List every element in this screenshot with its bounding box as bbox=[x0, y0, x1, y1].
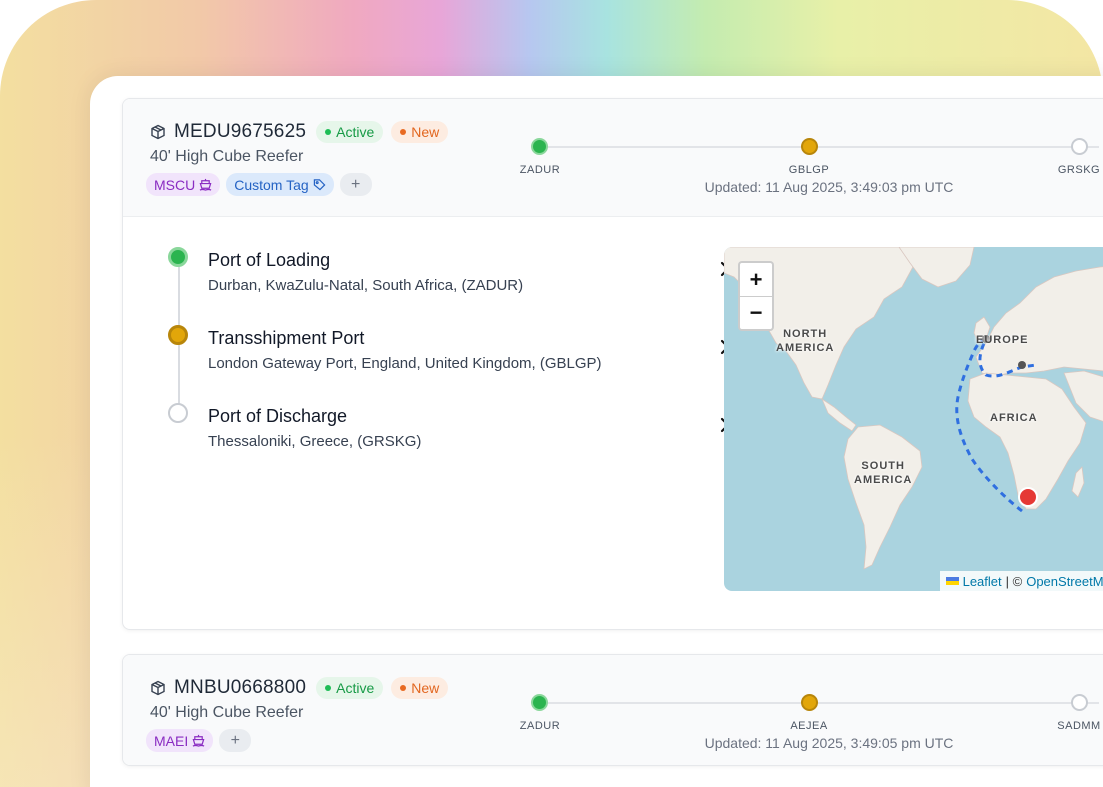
status-dot bbox=[400, 685, 407, 691]
status-label: Active bbox=[336, 124, 375, 140]
carrier-tag[interactable]: MAEI bbox=[146, 729, 214, 752]
stop-dot-discharge bbox=[168, 403, 188, 423]
route-line bbox=[539, 146, 1099, 148]
route-label-origin: ZADUR bbox=[519, 720, 561, 732]
status-label: Active bbox=[336, 680, 375, 696]
shipment-card-header[interactable]: MNBU0668800 Active New 40' High Cube Ree… bbox=[123, 655, 1103, 765]
tag-list: MAEI + bbox=[146, 729, 252, 752]
route-node-transshipment bbox=[801, 138, 818, 155]
stop-port-of-discharge[interactable]: Port of Discharge Thessaloniki, Greece, … bbox=[168, 403, 730, 463]
stop-title: Port of Discharge bbox=[208, 406, 348, 426]
add-tag-button[interactable]: + bbox=[339, 173, 372, 196]
current-location-marker[interactable] bbox=[1018, 487, 1038, 507]
route-label-origin: ZADUR bbox=[519, 164, 561, 176]
status-badge-new: New bbox=[391, 121, 449, 143]
route-label-transshipment: AEJEA bbox=[790, 720, 828, 732]
zoom-control: + − bbox=[738, 261, 774, 331]
status-dot bbox=[325, 685, 332, 691]
route-map[interactable]: NORTH AMERICA EUROPE AFRICA SOUTH AMERIC… bbox=[724, 247, 1103, 591]
status-dot bbox=[325, 129, 332, 135]
carrier-tag-label: MSCU bbox=[154, 176, 196, 193]
shipment-card-header[interactable]: MEDU9675625 Active New 40' High Cube Ree… bbox=[123, 99, 1103, 217]
container-id-row: MEDU9675625 Active New bbox=[150, 121, 449, 143]
attribution-separator: | © bbox=[1005, 573, 1023, 589]
shipment-card[interactable]: MNBU0668800 Active New 40' High Cube Ree… bbox=[122, 654, 1103, 766]
tag-list: MSCU Custom Tag + bbox=[146, 173, 372, 196]
route-line bbox=[539, 702, 1099, 704]
carrier-tag[interactable]: MSCU bbox=[146, 173, 221, 196]
stop-dot-loading bbox=[168, 247, 188, 267]
world-map[interactable] bbox=[724, 247, 1103, 591]
route-progress: ZADUR AEJEA SADMM Updated: 11 Aug 2025, … bbox=[519, 693, 1103, 753]
zoom-in-button[interactable]: + bbox=[740, 263, 772, 296]
status-badge-new: New bbox=[391, 677, 449, 699]
status-dot bbox=[400, 129, 407, 135]
route-node-destination bbox=[1071, 138, 1088, 155]
route-node-transshipment bbox=[801, 694, 818, 711]
stop-title: Port of Loading bbox=[208, 250, 331, 270]
container-id: MEDU9675625 bbox=[174, 121, 307, 142]
custom-tag[interactable]: Custom Tag bbox=[226, 173, 334, 196]
status-label: New bbox=[411, 124, 440, 140]
stop-location: Durban, KwaZulu-Natal, South Africa, (ZA… bbox=[208, 277, 524, 294]
stop-location: Thessaloniki, Greece, (GRSKG) bbox=[208, 433, 422, 450]
status-badge-active: Active bbox=[316, 677, 384, 699]
container-id-row: MNBU0668800 Active New bbox=[150, 677, 449, 699]
route-progress: ZADUR GBLGP GRSKG Updated: 11 Aug 2025, … bbox=[519, 137, 1103, 197]
route-node-origin bbox=[531, 694, 548, 711]
ship-icon bbox=[192, 734, 205, 747]
shipment-card[interactable]: MEDU9675625 Active New 40' High Cube Ree… bbox=[122, 98, 1103, 630]
container-box-icon bbox=[151, 680, 165, 696]
stop-location: London Gateway Port, England, United Kin… bbox=[208, 355, 602, 372]
map-label-africa: AFRICA bbox=[990, 412, 1038, 424]
container-type: 40' High Cube Reefer bbox=[150, 148, 304, 165]
leaflet-link[interactable]: Leaflet bbox=[963, 574, 1002, 589]
osm-link[interactable]: OpenStreetMap bbox=[1026, 574, 1103, 589]
route-node-destination bbox=[1071, 694, 1088, 711]
stop-transshipment-port[interactable]: Transshipment Port London Gateway Port, … bbox=[168, 325, 730, 385]
tag-icon bbox=[313, 179, 326, 191]
status-badge-active: Active bbox=[316, 121, 384, 143]
route-node-origin bbox=[531, 138, 548, 155]
route-label-destination: GRSKG bbox=[1057, 164, 1101, 176]
carrier-tag-label: MAEI bbox=[154, 732, 189, 749]
status-label: New bbox=[411, 680, 440, 696]
updated-timestamp: Updated: 11 Aug 2025, 3:49:05 pm UTC bbox=[704, 735, 954, 751]
map-attribution: Leaflet | © OpenStreetMap bbox=[939, 571, 1103, 591]
add-tag-button[interactable]: + bbox=[219, 729, 252, 752]
container-type: 40' High Cube Reefer bbox=[150, 704, 304, 721]
route-label-destination: SADMM bbox=[1057, 720, 1101, 732]
container-box-icon bbox=[151, 124, 165, 140]
discharge-marker bbox=[1018, 361, 1026, 369]
map-label-south-america: SOUTH AMERICA bbox=[854, 460, 913, 486]
ukraine-flag-icon bbox=[945, 577, 959, 585]
shipment-details: Port of Loading Durban, KwaZulu-Natal, S… bbox=[123, 217, 1103, 629]
stop-title: Transshipment Port bbox=[208, 328, 365, 348]
stop-port-of-loading[interactable]: Port of Loading Durban, KwaZulu-Natal, S… bbox=[168, 247, 730, 307]
updated-timestamp: Updated: 11 Aug 2025, 3:49:03 pm UTC bbox=[704, 179, 954, 195]
container-id: MNBU0668800 bbox=[174, 677, 307, 698]
ship-icon bbox=[199, 178, 212, 191]
custom-tag-label: Custom Tag bbox=[234, 176, 309, 193]
route-label-transshipment: GBLGP bbox=[788, 164, 830, 176]
map-label-europe: EUROPE bbox=[976, 334, 1029, 346]
stop-dot-transshipment bbox=[168, 325, 188, 345]
zoom-out-button[interactable]: − bbox=[740, 296, 772, 329]
map-label-north-america: NORTH AMERICA bbox=[776, 328, 835, 354]
